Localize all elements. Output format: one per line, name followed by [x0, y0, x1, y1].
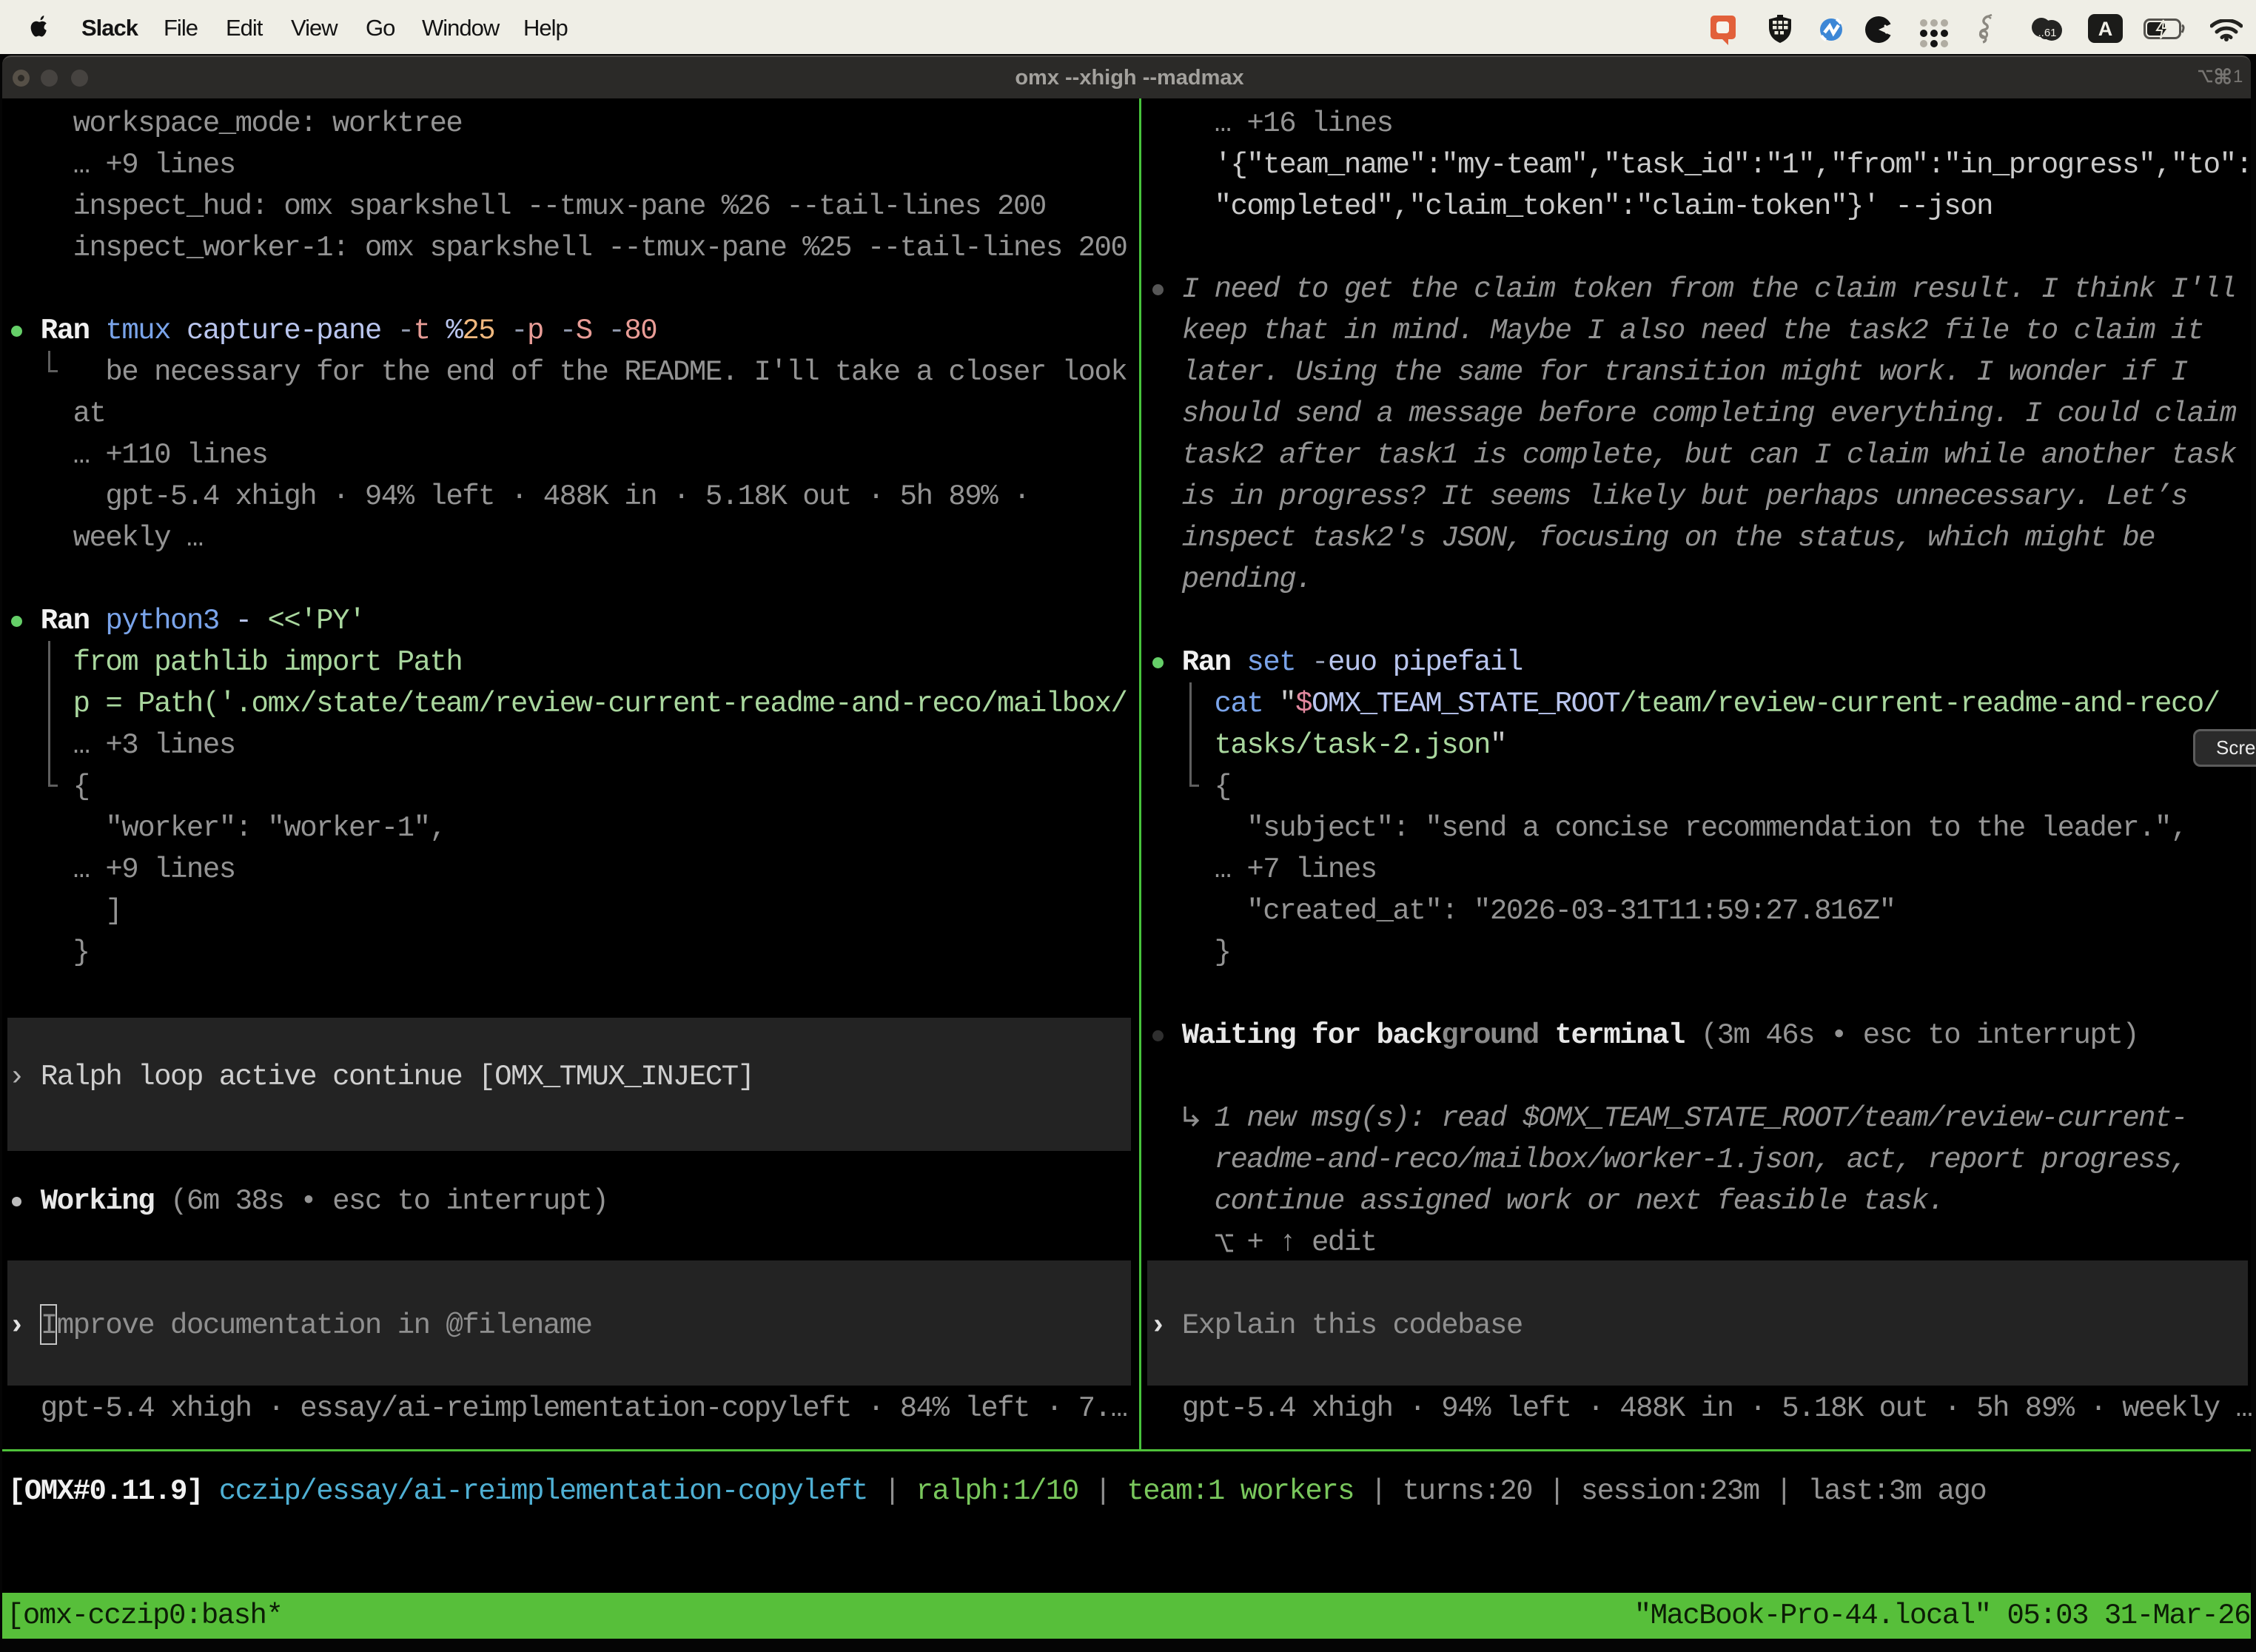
svg-text:..61: ..61 [2038, 27, 2056, 39]
svg-text:1: 1 [2233, 67, 2243, 85]
